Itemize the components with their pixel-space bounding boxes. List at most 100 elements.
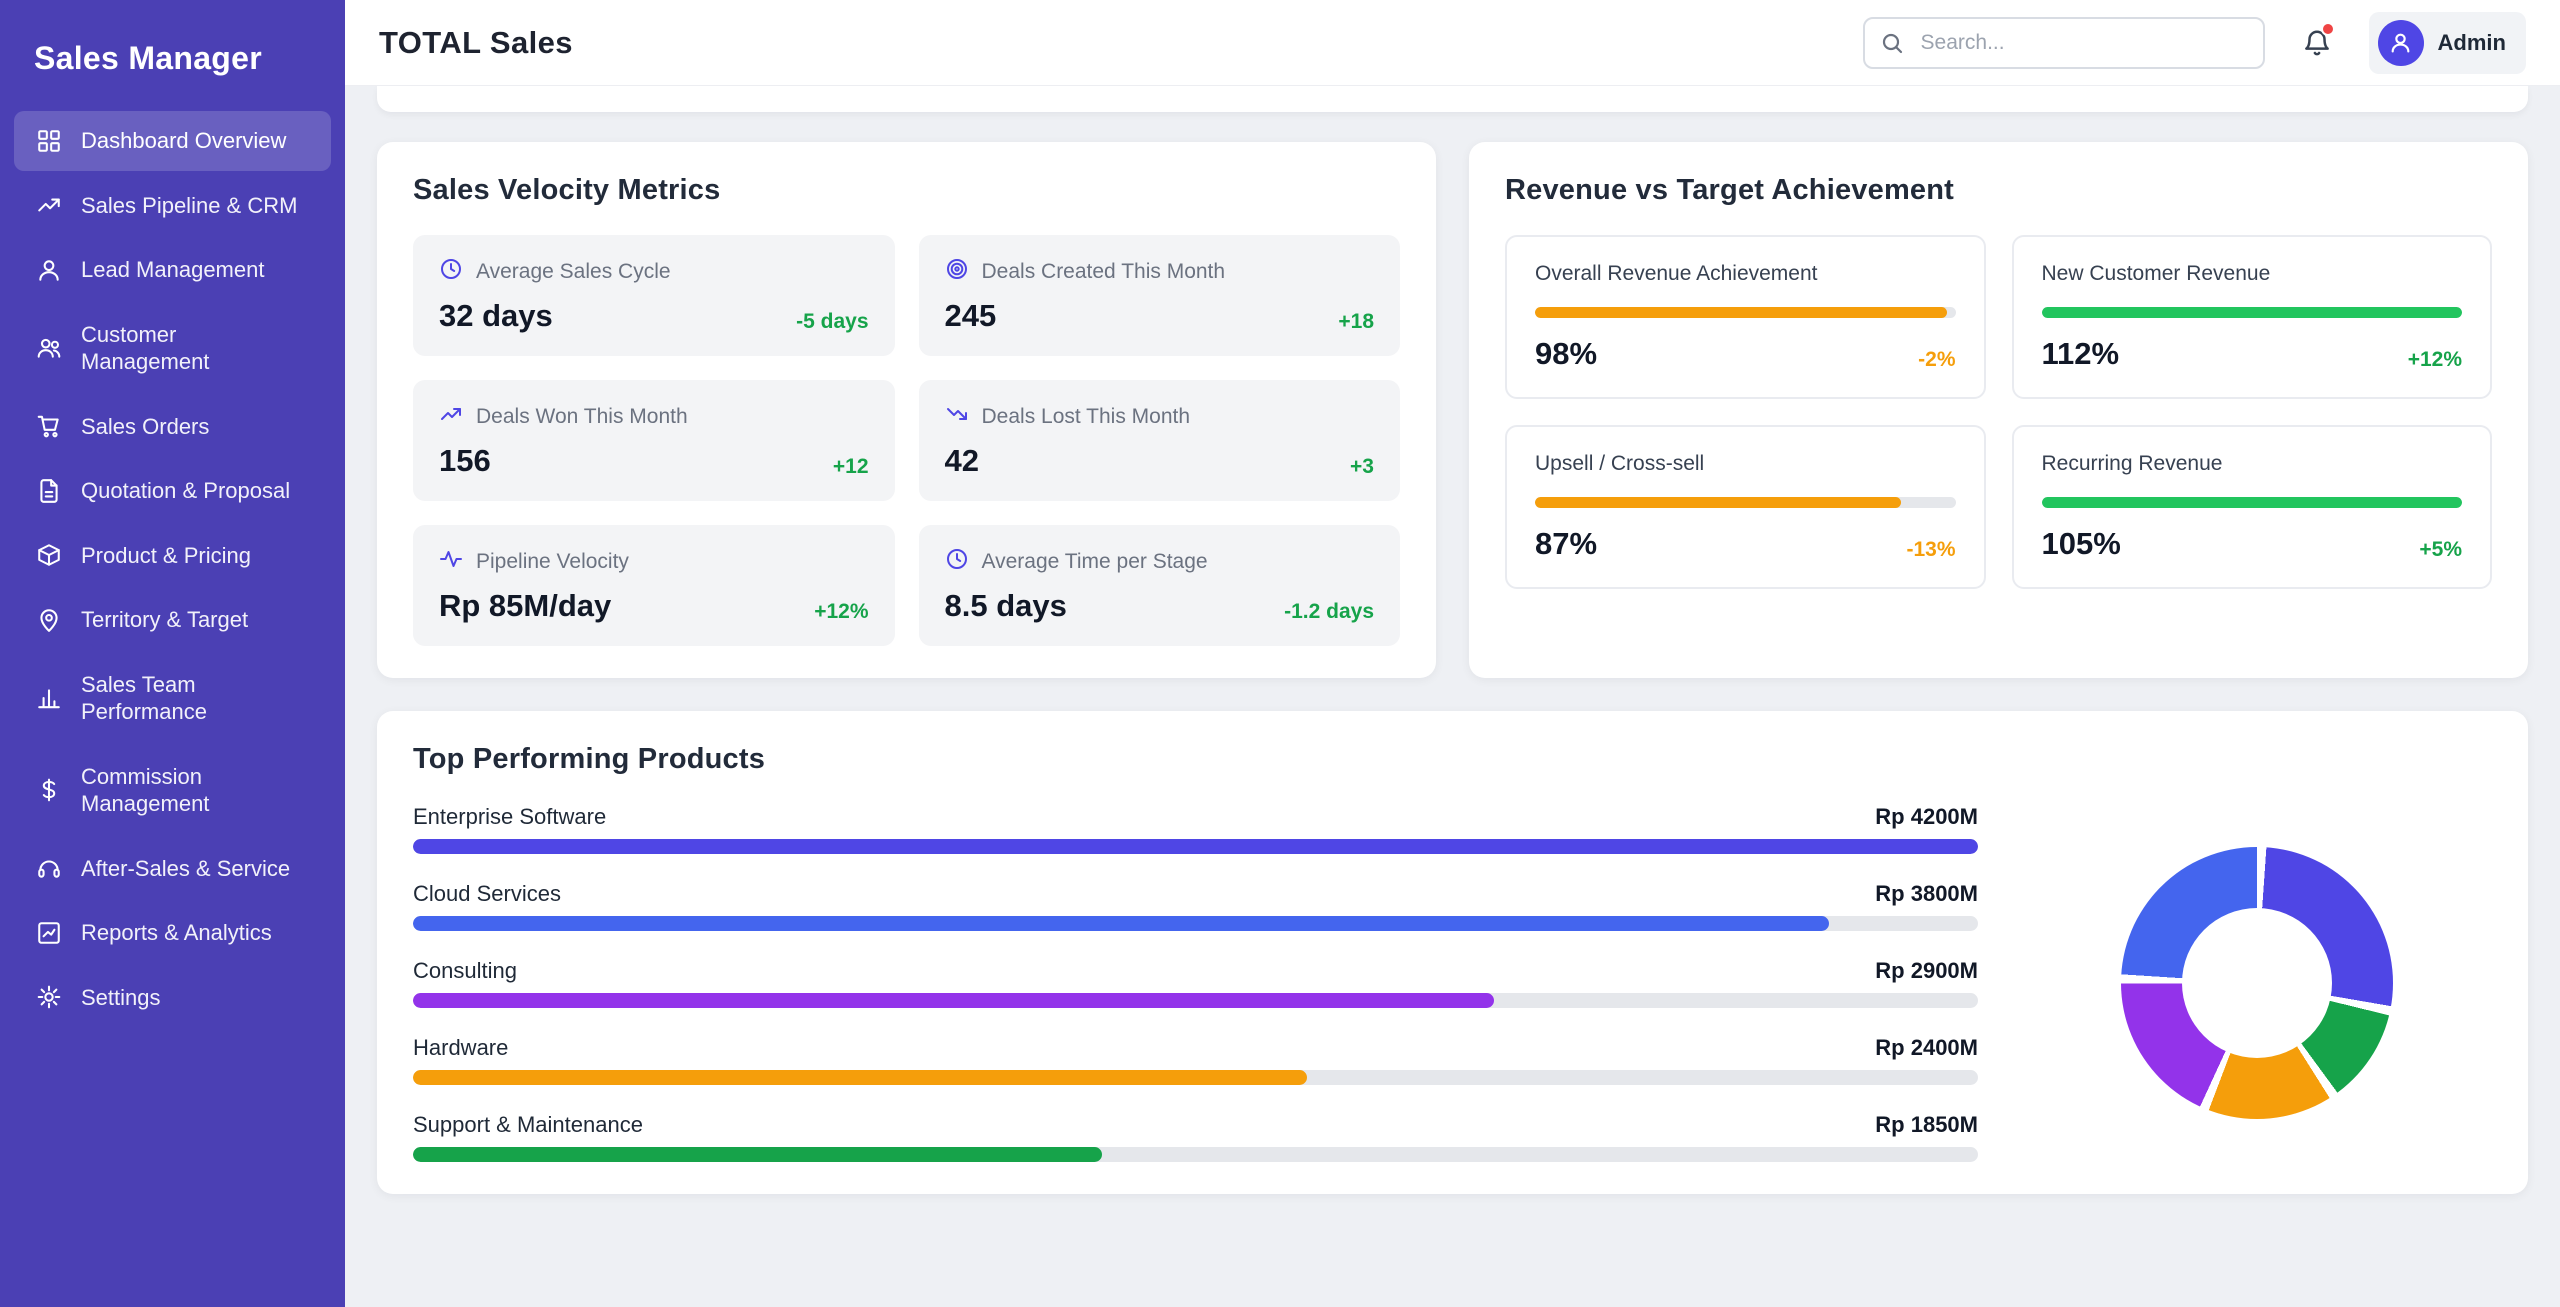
kpi-delta: +12% <box>2408 348 2462 372</box>
metric-deals-won: Deals Won This Month 156+12 <box>413 380 895 501</box>
map-pin-icon <box>36 607 62 633</box>
sidebar-item-lead-management[interactable]: Lead Management <box>14 240 331 300</box>
search-box <box>1863 17 2265 69</box>
sidebar-item-label: Commission Management <box>81 763 209 818</box>
headset-icon <box>36 855 62 881</box>
revenue-target-card: Revenue vs Target Achievement Overall Re… <box>1469 142 2528 678</box>
progress-track <box>1535 497 1956 508</box>
dollar-icon <box>36 777 62 803</box>
sidebar-item-customer-management[interactable]: Customer Management <box>14 305 331 392</box>
product-row: Enterprise Software Rp 4200M <box>413 804 1978 854</box>
sidebar-nav: Dashboard Overview Sales Pipeline & CRM … <box>0 105 345 1038</box>
sidebar-item-commission-management[interactable]: Commission Management <box>14 747 331 834</box>
sidebar-item-settings[interactable]: Settings <box>14 968 331 1028</box>
progress-track <box>2042 497 2463 508</box>
kpi-value: 105% <box>2042 526 2121 562</box>
metric-value: Rp 85M/day <box>439 588 611 624</box>
bar-chart-icon <box>36 685 62 711</box>
progress-track <box>1535 307 1956 318</box>
kpi-upsell-cross-sell: Upsell / Cross-sell 87%-13% <box>1505 425 1986 589</box>
product-value: Rp 4200M <box>1875 804 1978 830</box>
product-row: Support & MaintenanceRp 1850M <box>413 1112 1978 1162</box>
metric-label: Average Time per Stage <box>982 550 1208 574</box>
bar-fill <box>413 993 1494 1008</box>
metric-deals-created: Deals Created This Month 245 +18 <box>919 235 1401 356</box>
search-input[interactable] <box>1863 17 2265 69</box>
sidebar-item-sales-team-performance[interactable]: Sales Team Performance <box>14 655 331 742</box>
sidebar-item-label: Customer Management <box>81 321 209 376</box>
progress-fill <box>2042 497 2463 508</box>
sidebar-item-dashboard-overview[interactable]: Dashboard Overview <box>14 111 331 171</box>
bar-fill <box>413 1070 1307 1085</box>
user-icon <box>2388 30 2413 55</box>
bar-fill <box>413 916 1829 931</box>
kpi-recurring-revenue: Recurring Revenue 105%+5% <box>2012 425 2493 589</box>
sidebar-item-label: Lead Management <box>81 256 264 284</box>
sidebar-item-territory-target[interactable]: Territory & Target <box>14 590 331 650</box>
user-name: Admin <box>2438 30 2506 56</box>
top-bar: TOTAL Sales Admin <box>345 0 2560 86</box>
users-icon <box>36 335 62 361</box>
metric-delta: -1.2 days <box>1284 600 1374 624</box>
metric-label: Average Sales Cycle <box>476 260 671 284</box>
sidebar-item-label: Sales Pipeline & CRM <box>81 192 297 220</box>
progress-fill <box>2042 307 2463 318</box>
progress-fill <box>1535 497 1901 508</box>
avatar <box>2378 20 2424 66</box>
notifications-button[interactable] <box>2293 19 2341 67</box>
product-name: Cloud Services <box>413 881 561 907</box>
product-value: Rp 3800M <box>1875 881 1978 907</box>
app-brand: Sales Manager <box>0 0 345 105</box>
product-name: Enterprise Software <box>413 804 606 830</box>
search-icon <box>1880 31 1904 55</box>
velocity-tile-grid: Average Sales Cycle 32 days-5 days Deals… <box>413 235 1400 646</box>
sidebar: Sales Manager Dashboard Overview Sales P… <box>0 0 345 1307</box>
card-title: Top Performing Products <box>413 743 2492 776</box>
bar-track <box>413 916 1978 931</box>
notification-dot <box>2321 22 2335 36</box>
products-body: Enterprise Software Rp 4200M Cloud Servic… <box>413 804 2492 1162</box>
metric-deals-lost: Deals Lost This Month 42+3 <box>919 380 1401 501</box>
trending-up-icon <box>439 402 463 432</box>
kpi-delta: -2% <box>1918 348 1955 372</box>
metric-label: Deals Won This Month <box>476 405 688 429</box>
sidebar-item-product-pricing[interactable]: Product & Pricing <box>14 526 331 586</box>
sidebar-item-after-sales-service[interactable]: After-Sales & Service <box>14 839 331 899</box>
sidebar-item-label: Reports & Analytics <box>81 919 272 947</box>
trending-down-icon <box>945 402 969 432</box>
kpi-label: Upsell / Cross-sell <box>1535 452 1956 476</box>
metric-label: Deals Created This Month <box>982 260 1226 284</box>
kpi-overall-revenue-achievement: Overall Revenue Achievement 98%-2% <box>1505 235 1986 399</box>
sidebar-item-label: Sales Team Performance <box>81 671 207 726</box>
line-chart-icon <box>36 920 62 946</box>
user-menu[interactable]: Admin <box>2369 12 2526 74</box>
metric-value: 245 <box>945 298 997 334</box>
products-donut <box>2121 847 2393 1119</box>
sidebar-item-sales-pipeline-crm[interactable]: Sales Pipeline & CRM <box>14 176 331 236</box>
card-title: Sales Velocity Metrics <box>413 174 1400 207</box>
metric-delta: +18 <box>1338 310 1374 334</box>
sidebar-item-reports-analytics[interactable]: Reports & Analytics <box>14 903 331 963</box>
bar-track <box>413 993 1978 1008</box>
top-products-card: Top Performing Products Enterprise Softw… <box>377 711 2528 1194</box>
kpi-new-customer-revenue: New Customer Revenue 112%+12% <box>2012 235 2493 399</box>
metric-delta: +12% <box>814 600 868 624</box>
metric-value: 8.5 days <box>945 588 1067 624</box>
sidebar-item-label: Territory & Target <box>81 606 248 634</box>
kpi-delta: -13% <box>1906 538 1955 562</box>
gear-icon <box>36 984 62 1010</box>
clock-icon <box>945 547 969 577</box>
document-icon <box>36 478 62 504</box>
metric-value: 32 days <box>439 298 553 334</box>
sidebar-item-sales-orders[interactable]: Sales Orders <box>14 397 331 457</box>
sidebar-item-label: Dashboard Overview <box>81 127 286 155</box>
metrics-row: Sales Velocity Metrics Average Sales Cyc… <box>377 142 2528 678</box>
sidebar-item-quotation-proposal[interactable]: Quotation & Proposal <box>14 461 331 521</box>
product-value: Rp 2400M <box>1875 1035 1978 1061</box>
metric-delta: +12 <box>833 455 869 479</box>
product-row: HardwareRp 2400M <box>413 1035 1978 1085</box>
user-icon <box>36 257 62 283</box>
scrolled-card-remnant <box>377 86 2528 112</box>
sidebar-item-label: Quotation & Proposal <box>81 477 290 505</box>
sidebar-item-label: Sales Orders <box>81 413 209 441</box>
